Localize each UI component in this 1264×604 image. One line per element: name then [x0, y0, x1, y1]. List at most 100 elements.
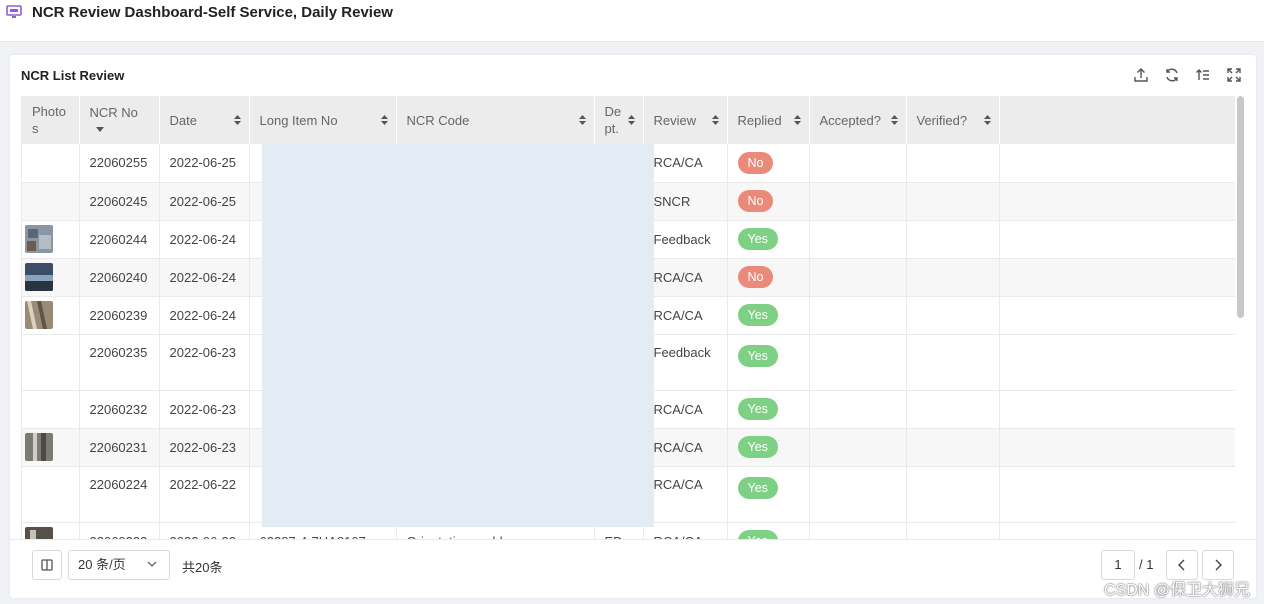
accepted-cell	[809, 296, 907, 335]
spacer-cell	[999, 144, 1235, 183]
replied-badge: Yes	[737, 344, 778, 367]
accepted-cell	[809, 144, 907, 183]
column-label: Long Item No	[259, 112, 338, 128]
ncr-no-cell: 22060232	[79, 390, 160, 429]
column-settings-icon[interactable]	[1195, 67, 1211, 83]
date-cell: 2022-06-25	[159, 182, 250, 221]
column-header-review[interactable]: Review	[643, 96, 728, 144]
replied-badge: Yes	[737, 398, 778, 420]
ncr-no-cell: 22060224	[79, 466, 160, 523]
watermark: CSDN @保卫大狮兄	[1103, 582, 1250, 599]
sort-icon	[380, 115, 388, 125]
column-header-long-item-no[interactable]: Long Item No	[249, 96, 397, 144]
ncr-no-cell: 22060235	[79, 334, 160, 391]
replied-cell: Yes	[727, 466, 810, 523]
column-toggle-button[interactable]	[32, 550, 62, 580]
photo-thumbnail[interactable]	[25, 225, 53, 253]
fullscreen-icon[interactable]	[1226, 67, 1242, 83]
replied-cell: Yes	[727, 390, 810, 429]
export-icon[interactable]	[1133, 67, 1149, 83]
review-cell: RCA/CA	[643, 258, 728, 297]
spacer-cell	[999, 522, 1235, 539]
date-cell: 2022-06-24	[159, 296, 250, 335]
date-cell: 2022-06-24	[159, 220, 250, 259]
column-header-accepted[interactable]: Accepted?	[809, 96, 907, 144]
photo-cell	[22, 428, 80, 467]
sort-icon	[578, 115, 586, 125]
sort-desc-icon	[95, 127, 104, 133]
spacer-cell	[999, 466, 1235, 523]
verified-cell	[906, 390, 1000, 429]
photo-thumbnail[interactable]	[25, 433, 53, 461]
ncr-no-cell: 22060223	[79, 522, 160, 539]
photo-cell	[22, 466, 80, 523]
ncr-no-cell: 22060240	[79, 258, 160, 297]
page-size-select[interactable]: 20 条/页	[68, 550, 170, 580]
photo-cell	[22, 296, 80, 335]
sort-icon	[983, 115, 991, 125]
column-header-replied[interactable]: Replied	[727, 96, 810, 144]
column-header-date[interactable]: Date	[159, 96, 250, 144]
review-cell: RCA/CA	[643, 390, 728, 429]
review-cell: Feedback	[643, 334, 728, 391]
ncr-no-cell: 22060239	[79, 296, 160, 335]
table-header-row: Photo s NCR No Date Long Item No NCR Cod…	[22, 96, 1235, 144]
card-toolbar	[1133, 67, 1242, 83]
date-cell: 2022-06-23	[159, 334, 250, 391]
dashboard-icon	[6, 5, 22, 18]
verified-cell	[906, 182, 1000, 221]
column-label: Photo s	[32, 104, 66, 136]
replied-cell: No	[727, 182, 810, 221]
review-cell: RCA/CA	[643, 296, 728, 335]
date-cell: 2022-06-25	[159, 144, 250, 183]
photo-thumbnail[interactable]	[25, 263, 53, 291]
vertical-scrollbar[interactable]	[1235, 96, 1245, 539]
scrollbar-thumb[interactable]	[1237, 96, 1244, 318]
ncr-list-card: NCR List Review Photo s NCR No Date Long…	[10, 55, 1256, 598]
photo-cell	[22, 182, 80, 221]
review-cell: Feedback	[643, 220, 728, 259]
spacer-cell	[999, 258, 1235, 297]
column-header-photos: Photo s	[22, 96, 80, 144]
column-label: Verified?	[916, 112, 968, 128]
replied-cell: No	[727, 144, 810, 183]
photo-thumbnail[interactable]	[25, 527, 53, 539]
column-header-verified[interactable]: Verified?	[906, 96, 1000, 144]
chevron-left-icon	[1178, 559, 1185, 571]
ncr-no-cell: 22060245	[79, 182, 160, 221]
column-header-ncr-no[interactable]: NCR No	[79, 96, 160, 144]
date-cell: 2022-06-22	[159, 466, 250, 523]
verified-cell	[906, 258, 1000, 297]
replied-cell: Yes	[727, 220, 810, 259]
column-label: Date	[169, 112, 197, 128]
accepted-cell	[809, 428, 907, 467]
verified-cell	[906, 144, 1000, 183]
column-toggle-icon	[41, 559, 53, 571]
sort-icon	[627, 115, 635, 125]
column-label: Accepted?	[819, 112, 881, 128]
card-title: NCR List Review	[21, 68, 125, 83]
replied-badge: No	[737, 151, 774, 174]
sort-icon	[793, 115, 801, 125]
accepted-cell	[809, 390, 907, 429]
spacer-cell	[999, 182, 1235, 221]
photo-cell	[22, 144, 80, 183]
review-cell: SNCR	[643, 182, 728, 221]
sort-icon	[233, 115, 241, 125]
replied-badge: Yes	[737, 530, 778, 539]
verified-cell	[906, 522, 1000, 539]
photo-cell	[22, 220, 80, 259]
replied-badge: No	[737, 266, 774, 288]
verified-cell	[906, 428, 1000, 467]
photo-cell	[22, 258, 80, 297]
pagination-bar: 20 条/页 共20条 1 / 1	[10, 539, 1256, 598]
refresh-icon[interactable]	[1164, 67, 1180, 83]
replied-badge: Yes	[737, 228, 778, 250]
spacer-cell	[999, 334, 1235, 391]
replied-badge: No	[737, 190, 774, 212]
accepted-cell	[809, 466, 907, 523]
column-header-spacer	[999, 96, 1235, 144]
column-header-ncr-code[interactable]: NCR Code	[396, 96, 595, 144]
photo-thumbnail[interactable]	[25, 301, 53, 329]
column-header-dept[interactable]: De pt.	[594, 96, 644, 144]
